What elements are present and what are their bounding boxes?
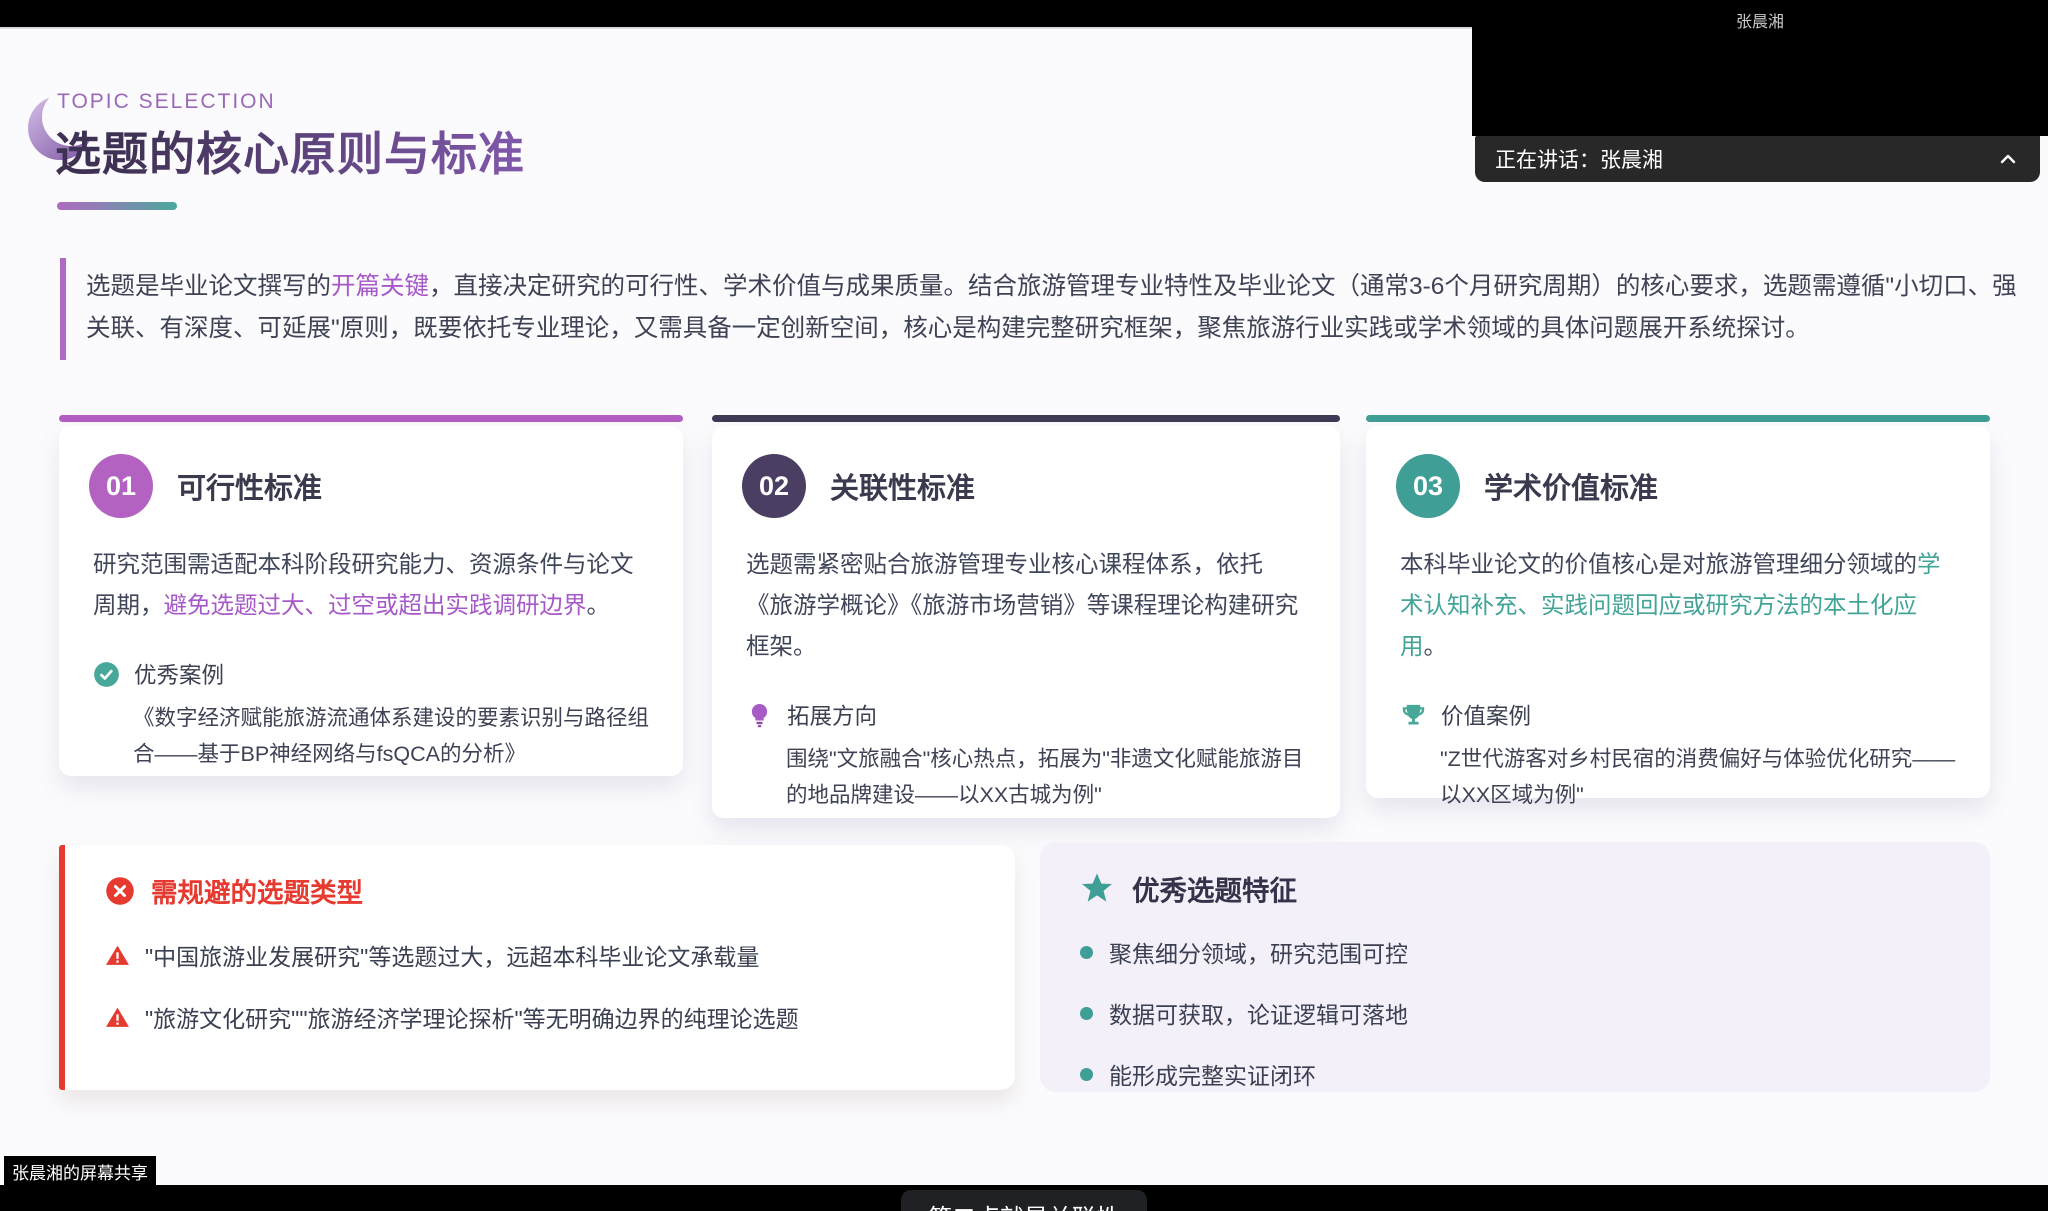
- active-speaker-bar: 正在讲话：张晨湘: [1475, 136, 2040, 182]
- title-underline: [57, 202, 177, 210]
- collapse-video-button[interactable]: [1996, 147, 2020, 171]
- card-accent-bar: [712, 415, 1340, 422]
- card-title: 学术价值标准: [1484, 465, 1658, 507]
- card-body: 03 学术价值标准 本科毕业论文的价值核心是对旅游管理细分领域的学术认知补充、实…: [1366, 426, 1990, 798]
- bullet-dot-icon: [1080, 1068, 1093, 1081]
- active-speaker-text: 正在讲话：张晨湘: [1495, 144, 1663, 174]
- meeting-screen: TOPIC SELECTION 选题的核心原则与标准 选题是毕业论文撰写的开篇关…: [0, 0, 2048, 1211]
- bullet-dot-icon: [1080, 946, 1093, 959]
- card-text: 研究范围需适配本科阶段研究能力、资源条件与论文周期，避免选题过大、过空或超出实践…: [93, 544, 649, 626]
- good-item-text: 聚焦细分领域，研究范围可控: [1109, 935, 1408, 969]
- avoid-item: "旅游文化研究""旅游经济学理论探析"等无明确边界的纯理论选题: [105, 1000, 975, 1034]
- screen-share-label: 张晨湘的屏幕共享: [4, 1156, 156, 1187]
- card-title: 可行性标准: [177, 465, 322, 507]
- page-title: 选题的核心原则与标准: [55, 118, 525, 184]
- card-text-post: 。: [1424, 633, 1448, 659]
- good-item: 能形成完整实证闭环: [1080, 1057, 1950, 1091]
- card-quote: 《数字经济赋能旅游流通体系建设的要素识别与路径组合——基于BP神经网络与fsQC…: [133, 700, 649, 772]
- warning-triangle-icon: [105, 943, 130, 968]
- card-title: 关联性标准: [830, 465, 975, 507]
- card-accent-bar: [59, 415, 683, 422]
- tag-label: 拓展方向: [787, 699, 877, 731]
- error-circle-icon: [105, 876, 135, 906]
- intro-text: 选题是毕业论文撰写的开篇关键，直接决定研究的可行性、学术价值与成果质量。结合旅游…: [86, 266, 2036, 350]
- avoid-card-title: 需规避的选题类型: [151, 871, 363, 910]
- avoid-topics-card: 需规避的选题类型 "中国旅游业发展研究"等选题过大，远超本科毕业论文承载量 "旅…: [59, 845, 1015, 1090]
- caption-bubble: 第二点就是关联性: [901, 1190, 1147, 1211]
- card-text: 选题需紧密贴合旅游管理专业核心课程体系，依托《旅游学概论》《旅游市场营销》等课程…: [746, 544, 1306, 667]
- check-circle-icon: [93, 661, 120, 688]
- good-item: 聚焦细分领域，研究范围可控: [1080, 935, 1950, 969]
- card-number-badge: 02: [742, 454, 806, 518]
- card-text-highlight: 避免选题过大、过空或超出实践调研边界: [164, 592, 587, 618]
- trophy-icon: [1400, 702, 1427, 729]
- speaker-name-label: 张晨湘: [1472, 8, 2048, 32]
- eyebrow-label: TOPIC SELECTION: [57, 90, 276, 114]
- criteria-card-relevance: 02 关联性标准 选题需紧密贴合旅游管理专业核心课程体系，依托《旅游学概论》《旅…: [712, 415, 1340, 818]
- chevron-up-icon: [1996, 147, 2020, 171]
- good-item-text: 数据可获取，论证逻辑可落地: [1109, 996, 1408, 1030]
- card-number-badge: 01: [89, 454, 153, 518]
- avoid-item: "中国旅游业发展研究"等选题过大，远超本科毕业论文承载量: [105, 938, 975, 972]
- card-text-pre: 本科毕业论文的价值核心是对旅游管理细分领域的: [1400, 551, 1917, 577]
- star-icon: [1080, 871, 1114, 905]
- card-number-badge: 03: [1396, 454, 1460, 518]
- good-card-title: 优秀选题特征: [1132, 868, 1297, 908]
- card-text-post: 。: [587, 592, 611, 618]
- card-body: 01 可行性标准 研究范围需适配本科阶段研究能力、资源条件与论文周期，避免选题过…: [59, 426, 683, 776]
- criteria-card-feasibility: 01 可行性标准 研究范围需适配本科阶段研究能力、资源条件与论文周期，避免选题过…: [59, 415, 683, 776]
- intro-panel: 选题是毕业论文撰写的开篇关键，直接决定研究的可行性、学术价值与成果质量。结合旅游…: [60, 258, 2036, 360]
- good-item: 数据可获取，论证逻辑可落地: [1080, 996, 1950, 1030]
- avoid-item-text: "旅游文化研究""旅游经济学理论探析"等无明确边界的纯理论选题: [145, 1000, 799, 1034]
- caption-text: 第二点就是关联性: [928, 1205, 1120, 1211]
- card-quote: "Z世代游客对乡村民宿的消费偏好与体验优化研究——以XX区域为例": [1440, 741, 1956, 813]
- card-body: 02 关联性标准 选题需紧密贴合旅游管理专业核心课程体系，依托《旅游学概论》《旅…: [712, 426, 1340, 818]
- criteria-card-academic-value: 03 学术价值标准 本科毕业论文的价值核心是对旅游管理细分领域的学术认知补充、实…: [1366, 415, 1990, 798]
- card-quote: 围绕"文旅融合"核心热点，拓展为"非遗文化赋能旅游目的地品牌建设——以XX古城为…: [786, 741, 1306, 813]
- card-text-pre: 选题需紧密贴合旅游管理专业核心课程体系，依托《旅游学概论》《旅游市场营销》等课程…: [746, 551, 1298, 659]
- good-topics-card: 优秀选题特征 聚焦细分领域，研究范围可控 数据可获取，论证逻辑可落地 能形成完整…: [1040, 842, 1990, 1092]
- good-item-text: 能形成完整实证闭环: [1109, 1057, 1316, 1091]
- tag-label: 价值案例: [1441, 699, 1531, 731]
- avoid-item-text: "中国旅游业发展研究"等选题过大，远超本科毕业论文承载量: [145, 938, 759, 972]
- lightbulb-icon: [746, 702, 773, 729]
- speaker-video-tile[interactable]: 张晨湘: [1472, 0, 2048, 136]
- intro-text-highlight: 开篇关键: [331, 273, 429, 300]
- intro-text-pre: 选题是毕业论文撰写的: [86, 273, 331, 300]
- bullet-dot-icon: [1080, 1007, 1093, 1020]
- warning-triangle-icon: [105, 1005, 130, 1030]
- card-accent-bar: [1366, 415, 1990, 422]
- card-text: 本科毕业论文的价值核心是对旅游管理细分领域的学术认知补充、实践问题回应或研究方法…: [1400, 544, 1956, 667]
- tag-label: 优秀案例: [134, 658, 224, 690]
